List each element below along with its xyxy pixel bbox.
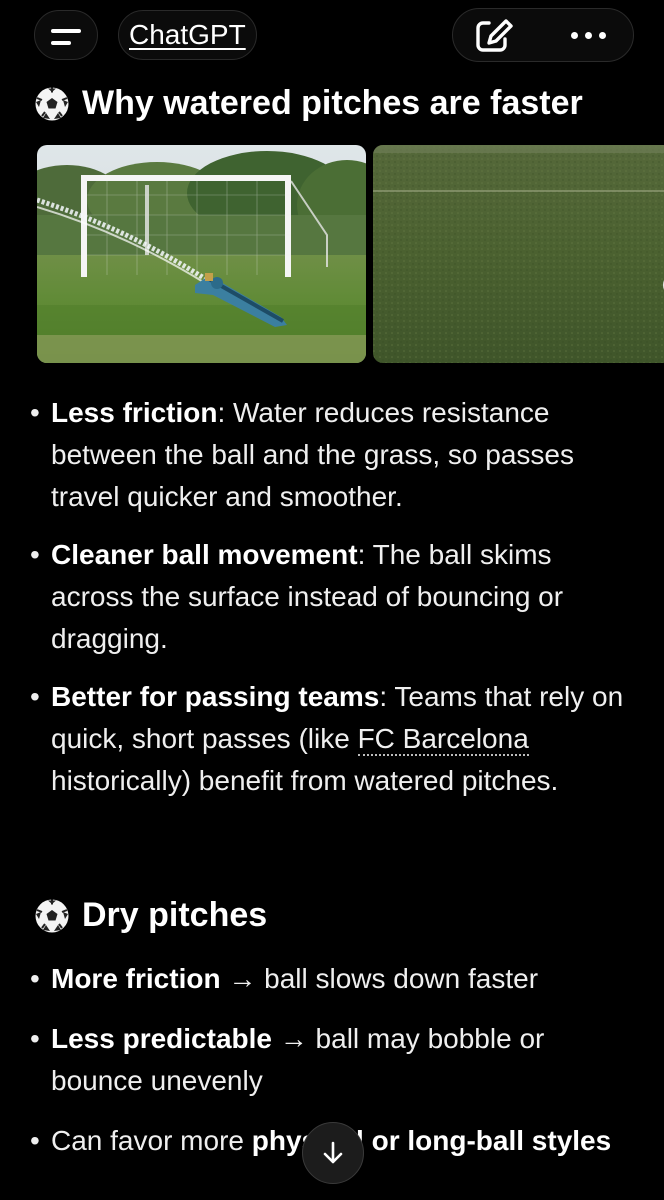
menu-button[interactable] (34, 10, 98, 60)
new-chat-button[interactable] (467, 15, 531, 55)
list-item: • Less predictable → ball may bobble or … (0, 1018, 664, 1102)
bullet-text: Can favor more (51, 1125, 252, 1156)
bullet-bold-text: Less friction (51, 397, 218, 428)
section-heading: Dry pitches (34, 896, 267, 935)
bullet-bold-text: More friction (51, 963, 221, 994)
app-title: ChatGPT (129, 19, 246, 50)
bullet-bold-text: Less predictable (51, 1023, 272, 1054)
bullet-marker: • (30, 397, 40, 428)
list-item: • Better for passing teams: Teams that r… (0, 676, 664, 802)
list-item: • Less friction: Water reduces resistanc… (0, 392, 664, 518)
model-selector[interactable]: ChatGPT (118, 10, 257, 60)
section-heading: Why watered pitches are faster (34, 84, 583, 123)
section-title: Why watered pitches are faster (82, 84, 583, 122)
bullet-bold-text: Cleaner ball movement (51, 539, 358, 570)
top-bar: ChatGPT (0, 0, 664, 76)
list-item: • Cleaner ball movement: The ball skims … (0, 534, 664, 660)
bullet-marker: • (30, 963, 40, 994)
bullet-marker: • (30, 1125, 40, 1156)
bullet-marker: • (30, 1023, 40, 1054)
arrow-down-icon (323, 1141, 343, 1164)
bullet-text: → ball slows down faster (220, 963, 539, 994)
bullet-marker: • (30, 539, 40, 570)
hamburger-menu-icon-line (51, 41, 71, 45)
scroll-to-bottom-button[interactable] (302, 1122, 364, 1184)
bullet-marker: • (30, 681, 40, 712)
wet-grass-field (373, 145, 664, 363)
list-item: • More friction → ball slows down faster (0, 958, 664, 1000)
bullet-bold-text: Better for passing teams (51, 681, 380, 712)
hamburger-menu-icon (51, 29, 81, 33)
edit-compose-icon (476, 19, 513, 52)
bullet-list: • Less friction: Water reduces resistanc… (0, 392, 664, 802)
dot (598, 31, 606, 39)
soccer-ball-icon (35, 899, 69, 932)
section-title: Dry pitches (82, 896, 268, 934)
actions-group (452, 8, 634, 62)
fc-barcelona-link[interactable]: FC Barcelona (357, 723, 529, 756)
dot (584, 31, 592, 39)
soccer-ball-icon (35, 87, 69, 120)
more-dots-icon (570, 31, 578, 39)
bullet-text: historically) benefit from watered pitch… (51, 765, 559, 796)
sprinkler-image[interactable] (37, 145, 366, 363)
sprinkler-watering-pitch (37, 145, 366, 363)
more-options-button[interactable] (553, 15, 623, 55)
grass-image[interactable] (373, 145, 664, 363)
